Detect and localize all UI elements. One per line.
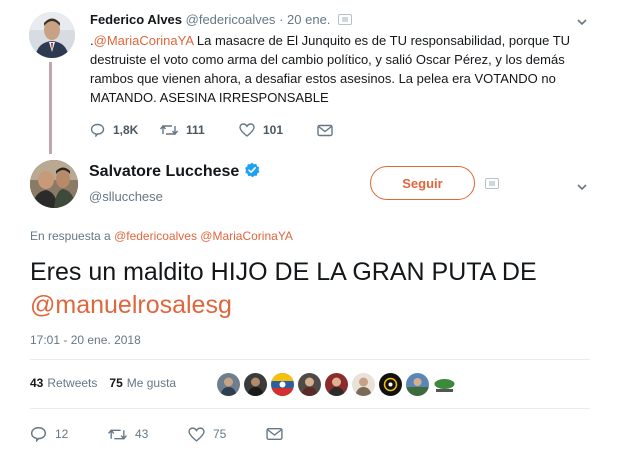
message-button[interactable] — [317, 124, 333, 137]
reply-mentions[interactable]: @federicoalves @MariaCorinaYA — [114, 229, 293, 243]
likers-avatars — [217, 373, 456, 396]
retweet-button[interactable]: 43 — [108, 427, 188, 442]
avatar[interactable] — [30, 160, 78, 208]
liker-avatar[interactable] — [271, 373, 294, 396]
retweet-icon — [108, 428, 127, 440]
parent-tweet[interactable]: Federico Alves @federicoalves · 20 ene. … — [0, 0, 621, 154]
likes-stat-label: Me gusta — [126, 376, 177, 390]
likes-stat-count: 75 — [109, 376, 123, 390]
divider — [30, 408, 590, 409]
author-name-text[interactable]: Salvatore Lucchese — [89, 163, 239, 180]
envelope-icon — [317, 124, 333, 136]
avatar[interactable] — [29, 12, 75, 58]
mention-link[interactable]: @manuelrosalesg — [30, 291, 232, 319]
chevron-down-icon[interactable] — [577, 17, 587, 27]
author-name[interactable]: Salvatore Lucchese — [89, 162, 260, 181]
divider — [30, 359, 590, 360]
media-icon — [485, 178, 499, 189]
like-button[interactable]: 75 — [188, 426, 266, 442]
retweets-stat[interactable]: 43 Retweets — [30, 376, 97, 390]
mention-link[interactable]: @MariaCorinaYA — [94, 33, 194, 48]
separator: · — [279, 12, 284, 27]
reply-count: 12 — [55, 427, 69, 441]
author-handle[interactable]: @sllucchese — [89, 189, 163, 204]
parent-tweet-actions: 1,8K 111 101 — [90, 121, 333, 139]
tweet-text: Eres un maldito HIJO DE LA GRAN PUTA DE … — [30, 256, 600, 322]
parent-tweet-text: .@MariaCorinaYA La masacre de El Junquit… — [90, 31, 580, 107]
retweet-count: 111 — [186, 123, 205, 137]
liker-avatar[interactable] — [217, 373, 240, 396]
like-count: 101 — [263, 123, 284, 137]
follow-button[interactable]: Seguir — [370, 166, 475, 200]
parent-tweet-header: Federico Alves @federicoalves · 20 ene. — [90, 12, 353, 27]
like-button[interactable]: 101 — [239, 123, 317, 137]
verified-badge-icon — [245, 162, 260, 178]
reply-icon — [90, 123, 105, 137]
parent-author-handle[interactable]: @federicoalves — [186, 12, 276, 27]
parent-tweet-date[interactable]: 20 ene. — [287, 12, 330, 27]
liker-avatar[interactable] — [406, 373, 429, 396]
heart-icon — [188, 426, 205, 442]
message-button[interactable] — [266, 427, 283, 441]
chevron-down-icon[interactable] — [577, 182, 587, 192]
tweet-actions: 12 43 75 — [30, 424, 283, 444]
retweet-count: 43 — [135, 427, 149, 441]
retweets-stat-count: 43 — [30, 376, 44, 390]
like-count: 75 — [213, 427, 227, 441]
reply-count: 1,8K — [113, 123, 139, 137]
reply-button[interactable]: 1,8K — [90, 123, 160, 137]
parent-author-name[interactable]: Federico Alves — [90, 12, 182, 27]
liker-avatar[interactable] — [325, 373, 348, 396]
liker-avatar[interactable] — [379, 373, 402, 396]
reply-prefix: En respuesta a — [30, 229, 115, 243]
tweet-stats: 43 Retweets 75 Me gusta — [30, 376, 176, 390]
retweet-button[interactable]: 111 — [160, 123, 239, 137]
tweet-timestamp[interactable]: 17:01 - 20 ene. 2018 — [30, 333, 141, 347]
retweet-icon — [160, 124, 178, 136]
heart-icon — [239, 123, 255, 137]
thread-line — [49, 62, 52, 154]
tweet-body: Eres un maldito HIJO DE LA GRAN PUTA DE — [30, 258, 537, 286]
reply-context: En respuesta a @federicoalves @MariaCori… — [30, 229, 293, 243]
reply-icon — [30, 427, 47, 442]
likes-stat[interactable]: 75 Me gusta — [109, 376, 176, 390]
liker-avatar[interactable] — [433, 373, 456, 396]
media-icon — [338, 14, 353, 25]
reply-button[interactable]: 12 — [30, 426, 108, 442]
liker-avatar[interactable] — [298, 373, 321, 396]
retweets-stat-label: Retweets — [47, 376, 98, 390]
liker-avatar[interactable] — [244, 373, 267, 396]
liker-avatar[interactable] — [352, 373, 375, 396]
envelope-icon — [266, 427, 283, 441]
